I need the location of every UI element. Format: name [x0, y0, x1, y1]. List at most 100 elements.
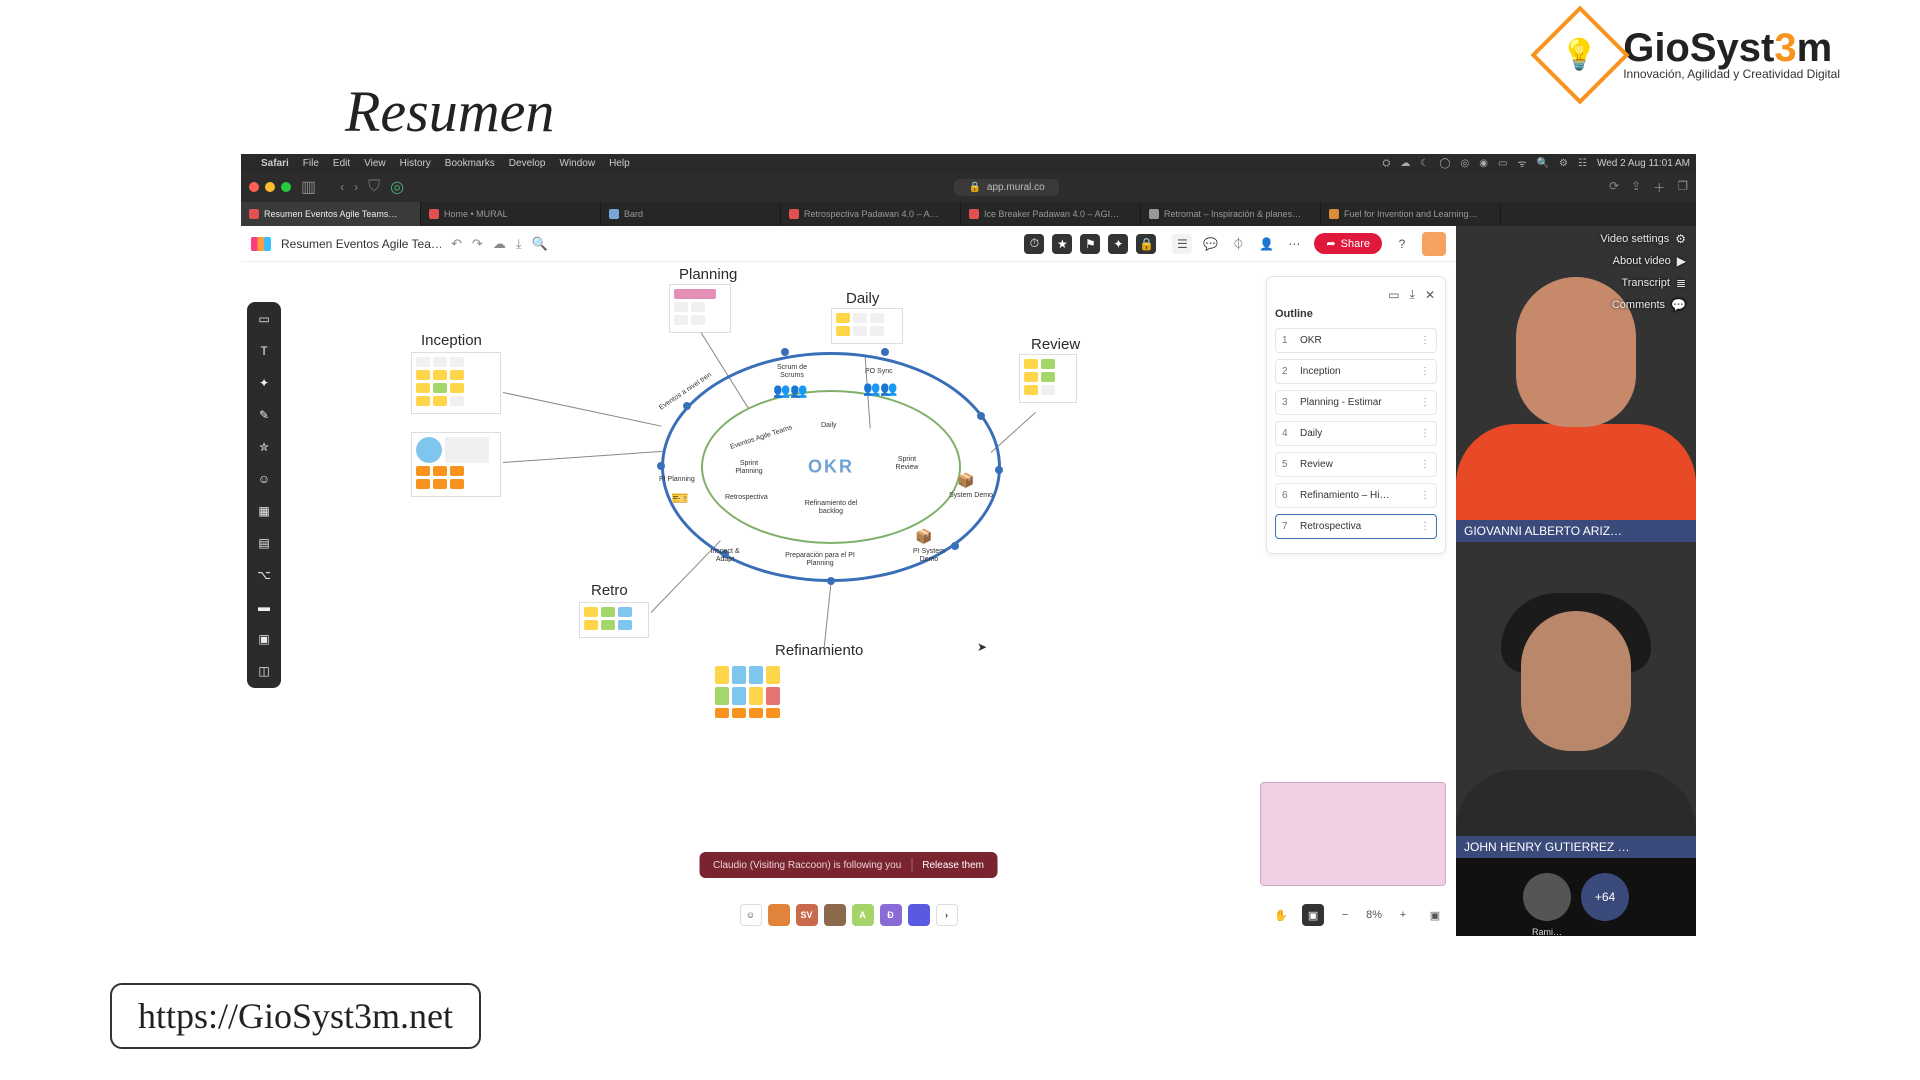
- traffic-lights[interactable]: [249, 182, 291, 192]
- menubar-item-window[interactable]: Window: [560, 158, 596, 169]
- grid-tool-icon[interactable]: ▤: [255, 534, 273, 552]
- frameworks-tool-icon[interactable]: ▦: [255, 502, 273, 520]
- outline-item[interactable]: 1OKR⋮: [1275, 328, 1437, 353]
- new-tab-icon[interactable]: ＋: [1653, 179, 1665, 196]
- lock-tool-icon[interactable]: 🔒: [1136, 234, 1156, 254]
- activity-icon[interactable]: ⏀: [1228, 234, 1248, 254]
- summon-icon[interactable]: ✦: [1108, 234, 1128, 254]
- presence-more[interactable]: ›: [936, 904, 958, 926]
- pointer-tool-icon[interactable]: ▣: [1302, 904, 1324, 926]
- zoom-out-icon[interactable]: −: [1334, 904, 1356, 926]
- menubar-item-edit[interactable]: Edit: [333, 158, 350, 169]
- fit-screen-icon[interactable]: ▣: [1424, 904, 1446, 926]
- browser-tab[interactable]: Home • MURAL: [421, 202, 601, 226]
- search-icon[interactable]: 🔍: [532, 236, 548, 252]
- more-icon[interactable]: ⋯: [1284, 234, 1304, 254]
- search-icon[interactable]: 🔍: [1537, 158, 1549, 169]
- menubar-item-develop[interactable]: Develop: [509, 158, 546, 169]
- nav-back-icon[interactable]: ‹: [340, 180, 344, 194]
- present-icon[interactable]: ▭: [1388, 288, 1399, 302]
- release-link[interactable]: Release them: [922, 860, 984, 871]
- user-avatar[interactable]: [1422, 232, 1446, 256]
- select-tool-icon[interactable]: ▭: [255, 310, 273, 328]
- outline-item[interactable]: 3Planning - Estimar⋮: [1275, 390, 1437, 415]
- outline-toggle-icon[interactable]: ☰: [1172, 234, 1192, 254]
- battery-icon[interactable]: ▭: [1498, 158, 1507, 169]
- menubar-item-history[interactable]: History: [400, 158, 431, 169]
- outline-item[interactable]: 6Refinamiento – Hi…⋮: [1275, 483, 1437, 508]
- mural-canvas-area[interactable]: ▭ T ✦ ✎ ✮ ☺ ▦ ▤ ⌥ ▬ ▣ ◫ Inception: [241, 262, 1456, 936]
- share-button[interactable]: ➦ Share: [1314, 233, 1382, 254]
- comment-icon[interactable]: 💬: [1200, 234, 1220, 254]
- kebab-icon[interactable]: ⋮: [1420, 366, 1430, 377]
- wifi-icon[interactable]: ᯤ: [1517, 156, 1526, 170]
- menubar-item-help[interactable]: Help: [609, 158, 630, 169]
- control-center-icon[interactable]: ☷: [1578, 158, 1587, 169]
- presence-avatar[interactable]: Ð: [880, 904, 902, 926]
- kebab-icon[interactable]: ⋮: [1420, 521, 1430, 532]
- presence-avatar[interactable]: [824, 904, 846, 926]
- browser-tab[interactable]: Resumen Eventos Agile Teams…: [241, 202, 421, 226]
- outline-item[interactable]: 5Review⋮: [1275, 452, 1437, 477]
- redo-icon[interactable]: ↷: [472, 236, 483, 252]
- status-icon[interactable]: ⛭: [1382, 158, 1390, 169]
- draw-tool-icon[interactable]: ✎: [255, 406, 273, 424]
- participant-overflow[interactable]: +64: [1581, 873, 1629, 921]
- address-bar[interactable]: 🔒 app.mural.co: [954, 179, 1058, 196]
- files-tool-icon[interactable]: ▣: [255, 630, 273, 648]
- zoom-value[interactable]: 8%: [1366, 909, 1382, 921]
- minimap[interactable]: [1260, 782, 1446, 886]
- shield-icon[interactable]: ⛉: [368, 178, 380, 196]
- comments-link[interactable]: Comments💬: [1600, 298, 1686, 312]
- area-tool-icon[interactable]: ▬: [255, 598, 273, 616]
- icons-tool-icon[interactable]: ☺: [255, 470, 273, 488]
- kebab-icon[interactable]: ⋮: [1420, 335, 1430, 346]
- toggles-icon[interactable]: ⚙: [1559, 158, 1568, 169]
- circle2-icon[interactable]: ◎: [1461, 158, 1470, 169]
- reload-icon[interactable]: ⟳: [1609, 179, 1619, 196]
- close-icon[interactable]: ✕: [1425, 288, 1435, 302]
- maximize-window-icon[interactable]: [281, 182, 291, 192]
- browser-tab[interactable]: Retromat – Inspiración & planes…: [1141, 202, 1321, 226]
- circle-icon[interactable]: ◯: [1439, 158, 1450, 169]
- menubar-datetime[interactable]: Wed 2 Aug 11:01 AM: [1597, 158, 1690, 169]
- menubar-app-name[interactable]: Safari: [261, 158, 289, 169]
- browser-tab[interactable]: Retrospectiva Padawan 4.0 – A…: [781, 202, 961, 226]
- cloud-icon[interactable]: ☁: [1400, 158, 1410, 169]
- nav-forward-icon[interactable]: ›: [354, 180, 358, 194]
- vote-icon[interactable]: ★: [1052, 234, 1072, 254]
- zoom-in-icon[interactable]: +: [1392, 904, 1414, 926]
- templates-tool-icon[interactable]: ◫: [255, 662, 273, 680]
- video-settings-link[interactable]: Video settings⚙: [1600, 232, 1686, 246]
- presence-avatar[interactable]: A: [852, 904, 874, 926]
- kebab-icon[interactable]: ⋮: [1420, 459, 1430, 470]
- download-outline-icon[interactable]: ⤓: [1410, 287, 1415, 302]
- menubar-item-view[interactable]: View: [364, 158, 386, 169]
- browser-tab[interactable]: Bard: [601, 202, 781, 226]
- transcript-link[interactable]: Transcript≣: [1600, 276, 1686, 290]
- outline-item[interactable]: 2Inception⋮: [1275, 359, 1437, 384]
- minimize-window-icon[interactable]: [265, 182, 275, 192]
- hand-tool-icon[interactable]: ✋: [1270, 904, 1292, 926]
- mural-logo-icon[interactable]: [251, 237, 271, 251]
- kebab-icon[interactable]: ⋮: [1420, 490, 1430, 501]
- kebab-icon[interactable]: ⋮: [1420, 428, 1430, 439]
- outline-item[interactable]: 4Daily⋮: [1275, 421, 1437, 446]
- document-title[interactable]: Resumen Eventos Agile Tea… ▾: [281, 237, 441, 251]
- outline-item-active[interactable]: 7Retrospectiva⋮: [1275, 514, 1437, 539]
- shapes-tool-icon[interactable]: ✦: [255, 374, 273, 392]
- participant-thumb[interactable]: Rami…: [1523, 873, 1571, 921]
- help-icon[interactable]: ?: [1392, 234, 1412, 254]
- timer-icon[interactable]: ⏱: [1024, 234, 1044, 254]
- private-icon[interactable]: ⚑: [1080, 234, 1100, 254]
- export-icon[interactable]: ☁: [493, 236, 506, 252]
- participants-icon[interactable]: 👤: [1256, 234, 1276, 254]
- moon-icon[interactable]: ☾: [1420, 158, 1429, 169]
- presence-avatar[interactable]: [768, 904, 790, 926]
- undo-icon[interactable]: ↶: [451, 236, 462, 252]
- reaction-button[interactable]: ☺: [740, 904, 762, 926]
- kebab-icon[interactable]: ⋮: [1420, 397, 1430, 408]
- connector-tool-icon[interactable]: ⌥: [255, 566, 273, 584]
- menubar-item-file[interactable]: File: [303, 158, 319, 169]
- agile-events-diagram[interactable]: OKR Eventos a nivel tren Eventos: [661, 352, 1001, 582]
